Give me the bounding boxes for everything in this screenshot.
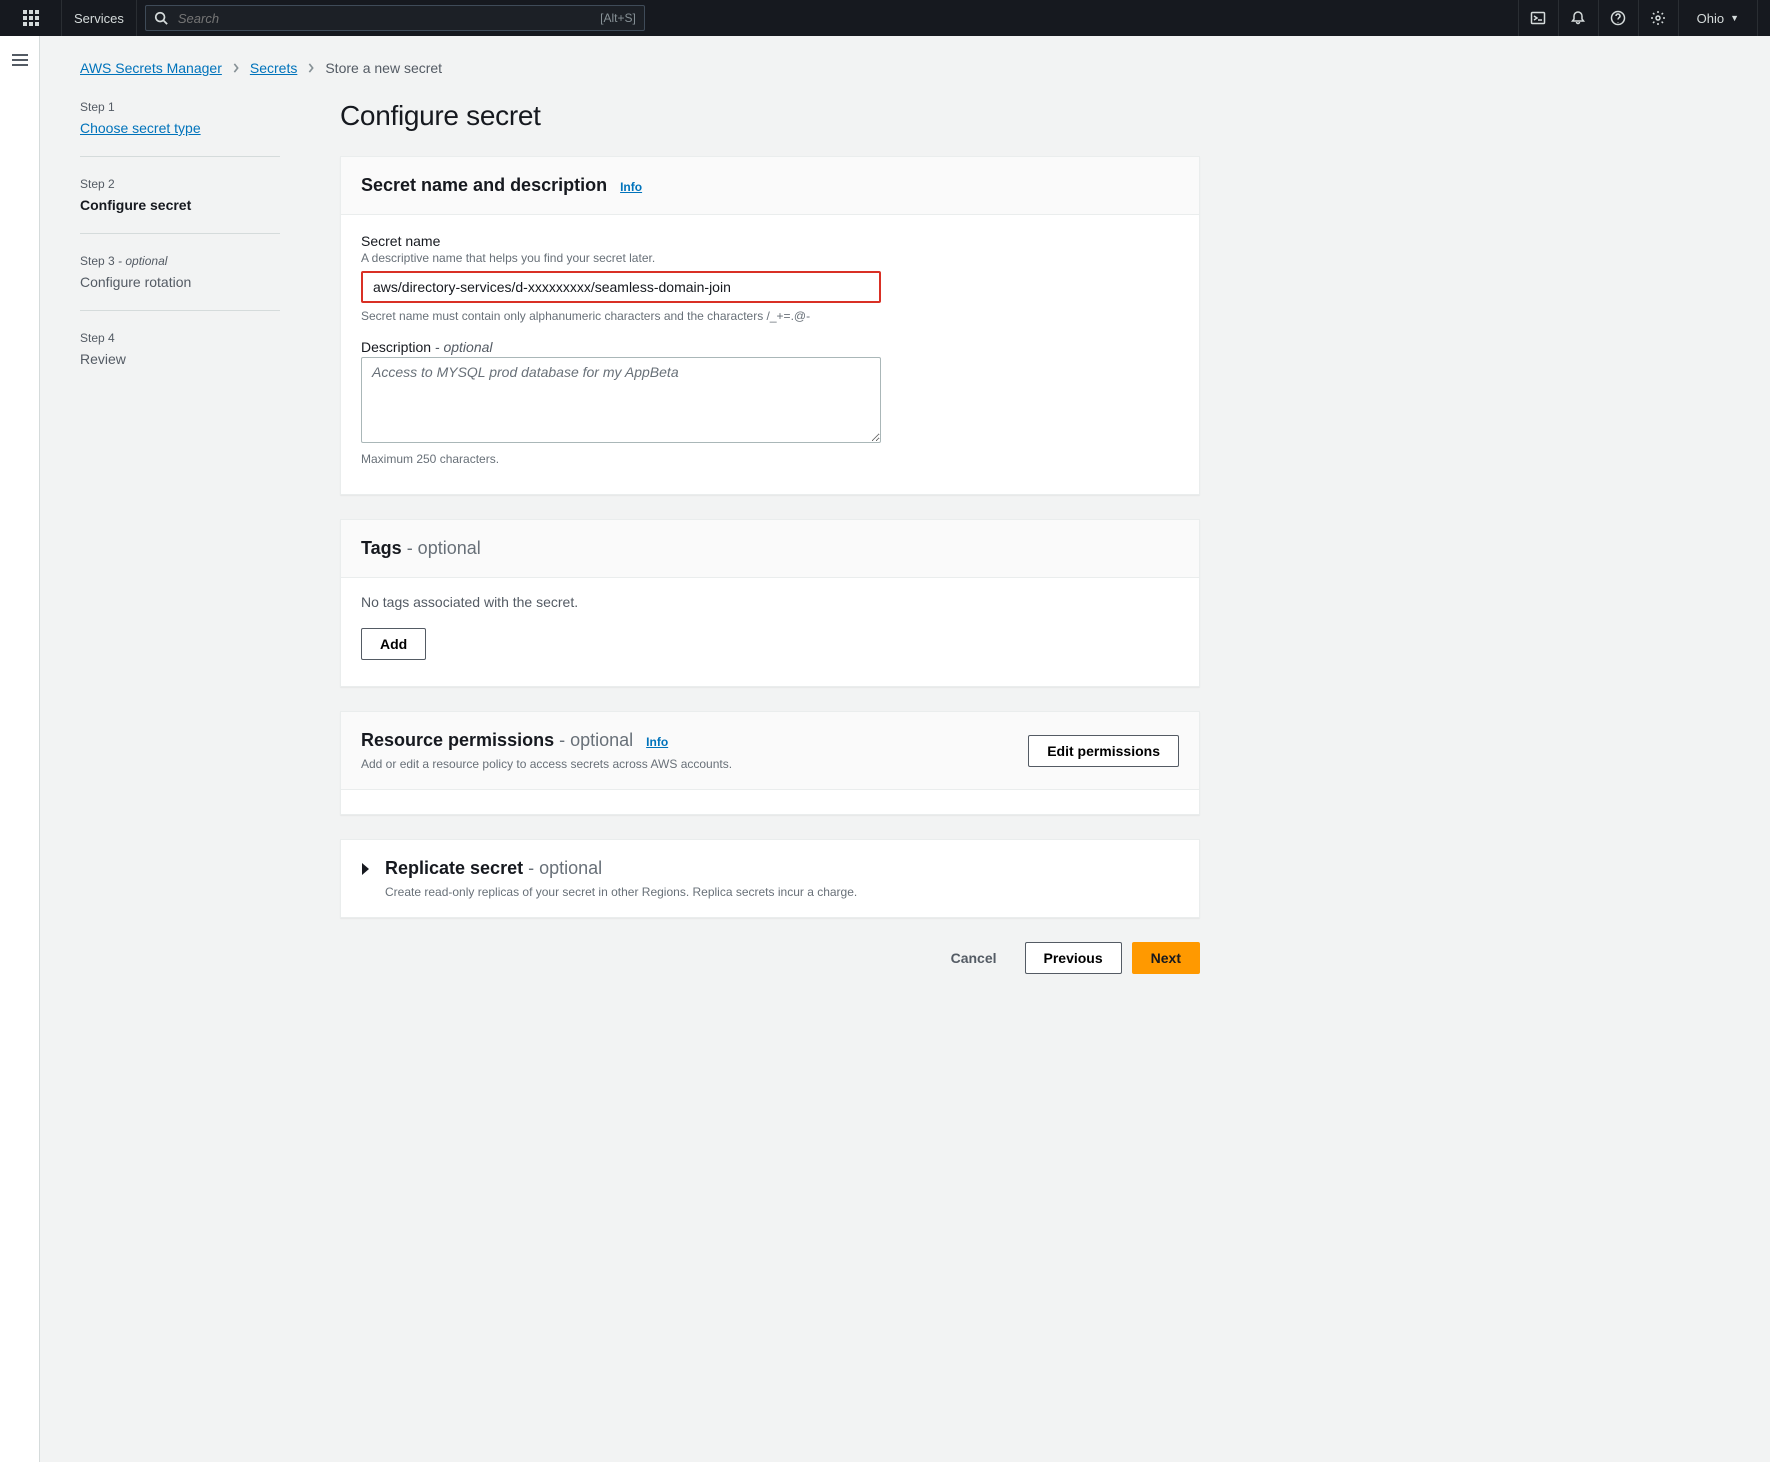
field-description: Description - optional Maximum 250 chara… bbox=[361, 339, 1179, 466]
breadcrumb-secrets[interactable]: Secrets bbox=[250, 60, 297, 76]
panel-heading: Tags - optional bbox=[361, 538, 481, 559]
services-menu[interactable]: Services bbox=[62, 0, 137, 36]
cancel-button[interactable]: Cancel bbox=[933, 942, 1015, 974]
gear-icon bbox=[1650, 10, 1666, 26]
breadcrumb-root[interactable]: AWS Secrets Manager bbox=[80, 60, 222, 76]
secret-name-input[interactable] bbox=[361, 271, 881, 303]
services-grid-icon bbox=[23, 10, 39, 26]
step-num: Step 2 bbox=[80, 177, 280, 191]
panel-heading: Secret name and description Info bbox=[361, 175, 642, 196]
tags-empty-message: No tags associated with the secret. bbox=[361, 594, 1179, 610]
previous-button[interactable]: Previous bbox=[1025, 942, 1122, 974]
top-nav-bar: Services [Alt+S] bbox=[0, 0, 1770, 36]
panel-tags: Tags - optional No tags associated with … bbox=[340, 519, 1200, 687]
panel-subtitle: Add or edit a resource policy to access … bbox=[361, 757, 732, 771]
caret-right-icon bbox=[361, 858, 371, 876]
step-num: Step 3 - optional bbox=[80, 254, 280, 268]
secret-name-constraint: Secret name must contain only alphanumer… bbox=[361, 309, 1179, 323]
panel-replicate-secret: Replicate secret - optional Create read-… bbox=[340, 839, 1200, 918]
next-button[interactable]: Next bbox=[1132, 942, 1200, 974]
side-nav-toggle[interactable] bbox=[0, 36, 40, 1462]
step-num: Step 4 bbox=[80, 331, 280, 345]
add-tag-button[interactable]: Add bbox=[361, 628, 426, 660]
wizard-step-4: Step 4 Review bbox=[80, 331, 280, 387]
help-button[interactable] bbox=[1598, 0, 1638, 36]
wizard-step-3: Step 3 - optional Configure rotation bbox=[80, 254, 280, 311]
cloudshell-button[interactable] bbox=[1518, 0, 1558, 36]
breadcrumb: AWS Secrets Manager Secrets Store a new … bbox=[80, 60, 1200, 76]
search-input[interactable] bbox=[176, 10, 592, 27]
secret-name-hint: A descriptive name that helps you find y… bbox=[361, 251, 1179, 265]
step-title: Configure rotation bbox=[80, 274, 280, 290]
help-icon bbox=[1610, 10, 1626, 26]
panel-heading: Replicate secret - optional bbox=[385, 858, 857, 879]
global-search[interactable]: [Alt+S] bbox=[145, 5, 645, 31]
page-title: Configure secret bbox=[340, 100, 1200, 132]
search-icon bbox=[154, 11, 168, 25]
secret-name-label: Secret name bbox=[361, 233, 1179, 249]
wizard-footer: Cancel Previous Next bbox=[340, 942, 1200, 974]
step-title[interactable]: Choose secret type bbox=[80, 120, 280, 136]
breadcrumb-current: Store a new secret bbox=[325, 60, 442, 76]
aws-logo-block[interactable] bbox=[0, 0, 62, 36]
notifications-button[interactable] bbox=[1558, 0, 1598, 36]
step-title: Review bbox=[80, 351, 280, 367]
step-title: Configure secret bbox=[80, 197, 280, 213]
description-constraint: Maximum 250 characters. bbox=[361, 452, 1179, 466]
info-link[interactable]: Info bbox=[620, 180, 642, 194]
region-selector[interactable]: Ohio ▼ bbox=[1678, 0, 1758, 36]
hamburger-icon bbox=[12, 54, 28, 1462]
chevron-right-icon bbox=[232, 63, 240, 73]
bell-icon bbox=[1570, 10, 1586, 26]
wizard-step-2: Step 2 Configure secret bbox=[80, 177, 280, 234]
panel-subtitle: Create read-only replicas of your secret… bbox=[385, 885, 857, 899]
step-num: Step 1 bbox=[80, 100, 280, 114]
wizard-steps: Step 1 Choose secret type Step 2 Configu… bbox=[80, 100, 280, 974]
panel-heading: Resource permissions - optional Info bbox=[361, 730, 732, 751]
chevron-right-icon bbox=[307, 63, 315, 73]
search-shortcut: [Alt+S] bbox=[600, 11, 636, 25]
region-label: Ohio bbox=[1697, 11, 1724, 26]
wizard-step-1[interactable]: Step 1 Choose secret type bbox=[80, 100, 280, 157]
settings-button[interactable] bbox=[1638, 0, 1678, 36]
description-label: Description - optional bbox=[361, 339, 1179, 355]
panel-resource-permissions: Resource permissions - optional Info Add… bbox=[340, 711, 1200, 815]
cloudshell-icon bbox=[1530, 10, 1546, 26]
replicate-secret-toggle[interactable]: Replicate secret - optional Create read-… bbox=[341, 840, 1199, 917]
info-link[interactable]: Info bbox=[646, 735, 668, 749]
edit-permissions-button[interactable]: Edit permissions bbox=[1028, 735, 1179, 767]
panel-secret-name: Secret name and description Info Secret … bbox=[340, 156, 1200, 495]
field-secret-name: Secret name A descriptive name that help… bbox=[361, 233, 1179, 323]
description-textarea[interactable] bbox=[361, 357, 881, 443]
chevron-down-icon: ▼ bbox=[1730, 13, 1739, 23]
